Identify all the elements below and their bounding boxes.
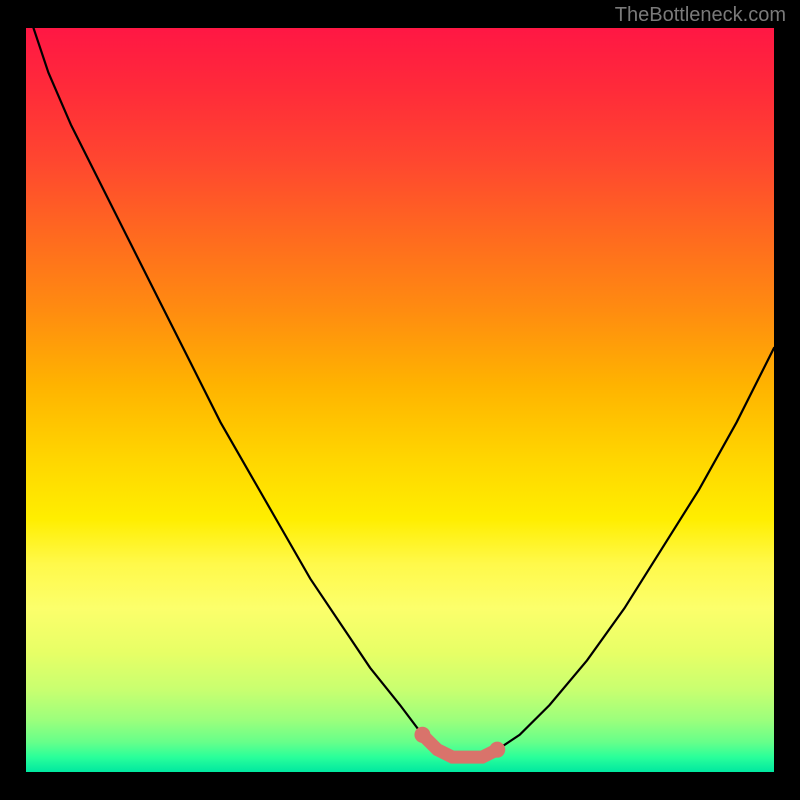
trough-dot-right: [489, 742, 505, 758]
gradient-plot-area: [26, 28, 774, 772]
attribution-text: TheBottleneck.com: [615, 4, 786, 27]
bottleneck-curve-path: [34, 28, 775, 757]
trough-dot-left: [414, 727, 430, 743]
trough-highlight-path: [422, 735, 497, 757]
bottleneck-curve-svg: [26, 28, 774, 772]
